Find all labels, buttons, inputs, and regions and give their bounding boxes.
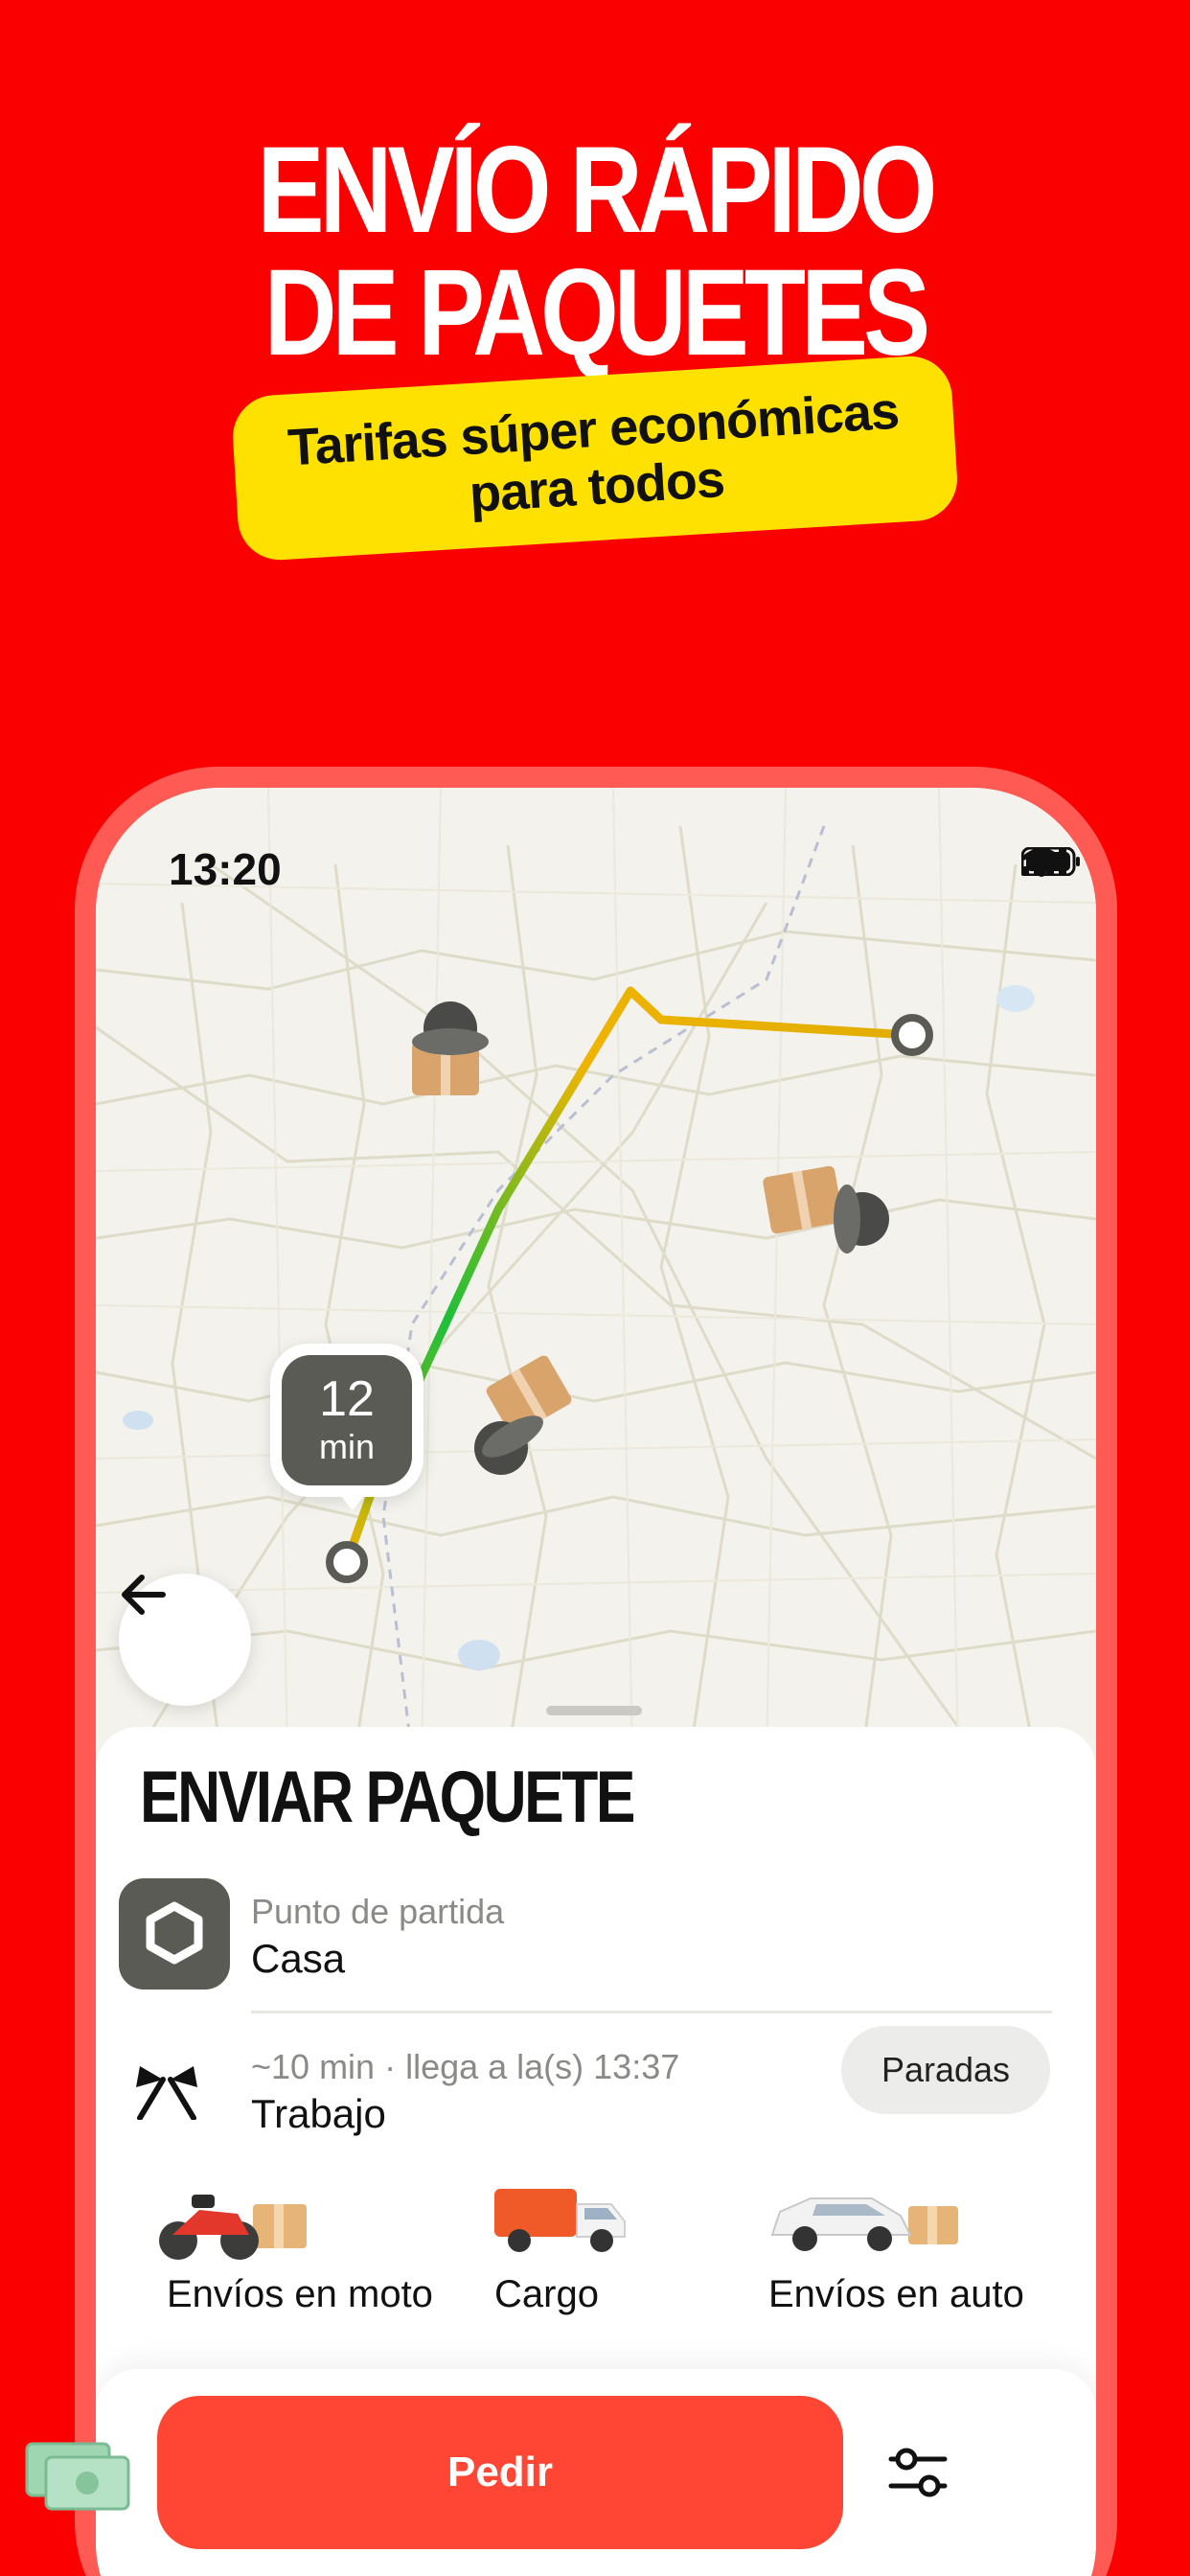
order-button[interactable]: Pedir bbox=[157, 2396, 843, 2549]
cash-icon[interactable] bbox=[25, 2442, 130, 2511]
courier-icon bbox=[474, 1355, 572, 1475]
arrow-left-icon bbox=[122, 1575, 166, 1615]
sheet-title: ENVIAR PAQUETE bbox=[140, 1757, 635, 1838]
route-end-marker bbox=[891, 1014, 933, 1056]
service-auto[interactable]: Envíos en auto bbox=[767, 2177, 1096, 2350]
courier-icon bbox=[412, 1001, 489, 1095]
flags-icon bbox=[136, 2066, 197, 2120]
back-button[interactable] bbox=[119, 1574, 251, 1706]
promo-title: ENVÍO RÁPIDO DE PAQUETES bbox=[107, 129, 1083, 375]
sliders-icon[interactable] bbox=[887, 2446, 949, 2499]
eta-unit: min bbox=[318, 1427, 375, 1466]
service-cargo[interactable]: Cargo bbox=[412, 2177, 699, 2350]
motorcycle-icon bbox=[159, 2195, 307, 2260]
pickup-field[interactable]: Casa bbox=[251, 1936, 345, 1982]
map[interactable]: 13:20 12 min bbox=[96, 788, 1096, 1756]
stops-button[interactable]: Paradas bbox=[841, 2026, 1050, 2114]
pickup-caption: Punto de partida bbox=[251, 1892, 505, 1931]
promo-title-line-1: ENVÍO RÁPIDO bbox=[257, 122, 938, 259]
route-start-marker bbox=[326, 1541, 368, 1583]
destination-field[interactable]: Trabajo bbox=[251, 2091, 386, 2137]
eta-bubble: 12 min bbox=[270, 1344, 423, 1497]
service-moto[interactable]: Envíos en moto bbox=[96, 2177, 433, 2350]
truck-icon bbox=[494, 2189, 626, 2252]
service-cargo-label: Cargo bbox=[494, 2273, 599, 2315]
eta-value: 12 bbox=[319, 1371, 375, 1427]
map-streets bbox=[96, 788, 1096, 1756]
pickup-icon bbox=[119, 1878, 230, 1990]
car-icon bbox=[770, 2197, 958, 2251]
destination-caption: ~10 min · llega a la(s) 13:37 bbox=[251, 2047, 680, 2086]
service-moto-label: Envíos en moto bbox=[167, 2273, 433, 2315]
courier-icon bbox=[763, 1165, 889, 1254]
sheet-grabber[interactable] bbox=[546, 1706, 642, 1715]
phone-screen: 13:20 12 min ENVIAR PAQUETE Punto de par… bbox=[96, 788, 1096, 2576]
eta-bubble-pointer bbox=[335, 1489, 370, 1510]
divider bbox=[251, 2011, 1052, 2013]
service-auto-label: Envíos en auto bbox=[768, 2273, 1024, 2315]
promo-title-line-2: DE PAQUETES bbox=[263, 244, 930, 381]
battery-icon bbox=[1021, 847, 1080, 876]
promo-badge: Tarifas súper económicas para todos bbox=[230, 354, 960, 563]
status-time: 13:20 bbox=[169, 844, 282, 894]
